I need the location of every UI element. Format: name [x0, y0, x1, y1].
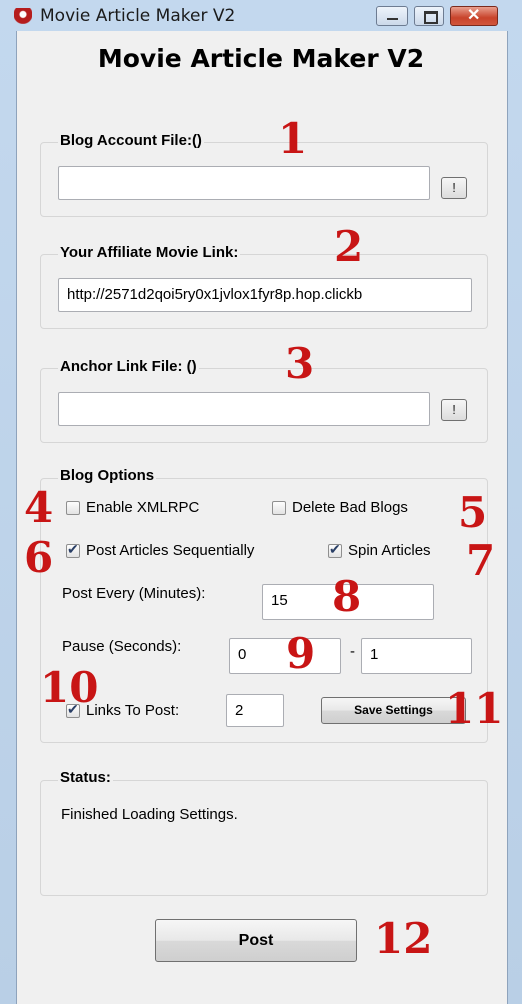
annotation-12: 12 — [374, 914, 433, 963]
title-bar[interactable]: Movie Article Maker V2 ✕ — [0, 0, 522, 30]
post-sequentially-label: Post Articles Sequentially — [86, 542, 255, 559]
app-icon — [14, 8, 32, 24]
annotation-9: 9 — [286, 629, 316, 678]
anchor-browse-button[interactable]: ! — [441, 399, 467, 421]
pause-separator: - — [350, 643, 355, 660]
status-text: Finished Loading Settings. — [61, 806, 238, 823]
delete-bad-blogs-checkbox[interactable]: Delete Bad Blogs — [272, 499, 408, 516]
window-title: Movie Article Maker V2 — [40, 6, 236, 26]
pause-min-input[interactable]: 0 — [229, 638, 341, 674]
app-window: Movie Article Maker V2 ✕ Movie Article M… — [0, 0, 522, 1004]
enable-xmlrpc-checkbox[interactable]: Enable XMLRPC — [66, 499, 199, 516]
blog-account-label: Blog Account File:() — [58, 132, 204, 149]
annotation-2: 2 — [334, 222, 364, 271]
annotation-10: 10 — [40, 663, 99, 712]
links-to-post-input[interactable]: 2 — [226, 694, 284, 727]
delete-bad-blogs-box[interactable] — [272, 500, 286, 515]
affiliate-label: Your Affiliate Movie Link: — [58, 244, 241, 261]
enable-xmlrpc-label: Enable XMLRPC — [86, 499, 200, 516]
blog-account-browse-button[interactable]: ! — [441, 177, 467, 199]
spin-articles-box[interactable] — [328, 541, 342, 558]
status-group — [40, 780, 488, 896]
annotation-6: 6 — [24, 533, 54, 582]
annotation-3: 3 — [285, 339, 315, 388]
annotation-4: 4 — [24, 483, 54, 532]
post-sequentially-checkbox[interactable]: Post Articles Sequentially — [66, 541, 255, 559]
annotation-8: 8 — [332, 572, 362, 621]
delete-bad-blogs-label: Delete Bad Blogs — [292, 499, 408, 516]
post-sequentially-box[interactable] — [66, 541, 80, 558]
status-label: Status: — [58, 769, 113, 786]
enable-xmlrpc-box[interactable] — [66, 500, 80, 515]
pause-max-input[interactable]: 1 — [361, 638, 472, 674]
anchor-label: Anchor Link File: () — [58, 358, 199, 375]
maximize-icon — [424, 11, 438, 24]
close-button[interactable]: ✕ — [450, 6, 498, 26]
blog-account-input[interactable] — [58, 166, 430, 200]
app-title: Movie Article Maker V2 — [97, 44, 425, 73]
post-every-label: Post Every (Minutes): — [62, 585, 206, 602]
blog-options-label: Blog Options — [58, 467, 157, 484]
anchor-file-input[interactable] — [58, 392, 430, 426]
annotation-11: 11 — [445, 684, 504, 733]
annotation-1: 1 — [278, 114, 308, 163]
affiliate-link-input[interactable]: http://2571d2qoi5ry0x1jvlox1fyr8p.hop.cl… — [58, 278, 472, 312]
minimize-icon — [387, 18, 398, 20]
close-icon: ✕ — [467, 7, 481, 24]
spin-articles-checkbox[interactable]: Spin Articles — [328, 541, 431, 559]
spin-articles-label: Spin Articles — [348, 542, 431, 559]
pause-label: Pause (Seconds): — [62, 638, 182, 655]
maximize-button[interactable] — [414, 6, 444, 26]
annotation-5: 5 — [458, 488, 488, 537]
post-button[interactable]: Post — [155, 919, 357, 962]
annotation-7: 7 — [466, 536, 496, 585]
links-to-post-label: Links To Post: — [86, 702, 180, 719]
minimize-button[interactable] — [376, 6, 408, 26]
